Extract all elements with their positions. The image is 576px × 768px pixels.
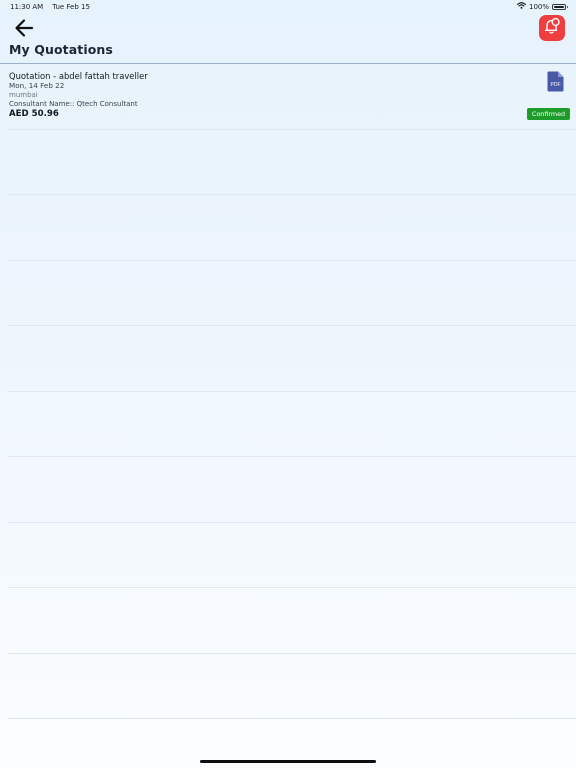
home-indicator[interactable] [200, 760, 376, 763]
battery-percent: 100% [528, 2, 549, 11]
row-divider [8, 587, 576, 588]
row-divider [8, 653, 576, 654]
battery-icon [552, 3, 568, 10]
row-divider [8, 260, 576, 261]
row-divider [8, 522, 576, 523]
quotation-title: Quotation - abdel fattah traveller [9, 71, 148, 81]
pdf-file-icon[interactable]: PDF [547, 71, 564, 92]
page-title: My Quotations [9, 42, 113, 57]
arrow-left-icon [12, 19, 38, 43]
status-time: 11:30 AM [10, 3, 44, 11]
row-divider [8, 391, 576, 392]
row-divider [8, 718, 576, 719]
pdf-label: PDF [551, 82, 561, 88]
battery-fill [554, 5, 564, 8]
row-divider [8, 194, 576, 195]
quotation-date: Mon, 14 Feb 22 [9, 81, 65, 90]
quotation-city: mumbai [9, 91, 38, 99]
status-left: 11:30 AM Tue Feb 15 [10, 3, 90, 11]
row-divider [8, 325, 576, 326]
status-bar: 11:30 AM Tue Feb 15 100% [0, 0, 576, 14]
wifi-icon [516, 2, 527, 11]
status-right: 100% [516, 2, 568, 11]
status-date: Tue Feb 15 [52, 3, 90, 11]
back-button[interactable] [12, 17, 38, 39]
status-badge: Confirmed [527, 108, 570, 120]
bell-icon [542, 16, 562, 40]
quotation-card[interactable]: Quotation - abdel fattah traveller Mon, … [0, 64, 576, 130]
row-divider [8, 129, 576, 130]
row-divider [8, 456, 576, 457]
notifications-button[interactable] [539, 15, 565, 41]
quotation-amount: AED 50.96 [9, 109, 59, 119]
quotation-consultant: Consultant Name:: Qtech Consultant [9, 100, 138, 108]
